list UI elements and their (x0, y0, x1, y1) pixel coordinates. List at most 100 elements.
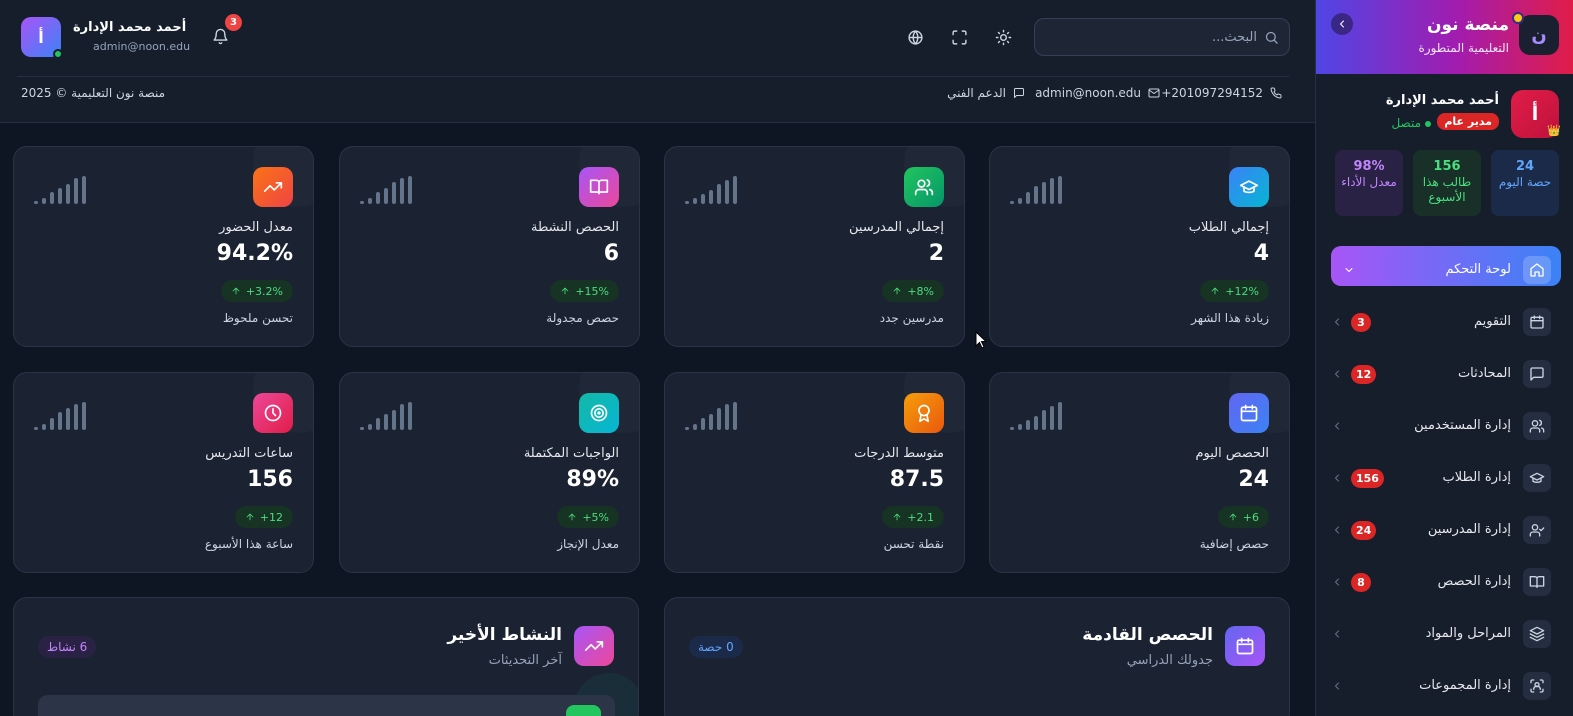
stat-card-label: الواجبات المكتملة (523, 446, 619, 461)
contact-phone[interactable]: +201097294152 (1161, 86, 1282, 100)
nav-label: المراحل والمواد (1425, 626, 1511, 641)
nav-groups[interactable]: إدارة المجموعات (1331, 666, 1561, 706)
nav-teachers[interactable]: إدارة المدرسين 24 (1331, 510, 1561, 550)
stat-card[interactable]: إجمالي الطلاب 4 +12% زيادة هذا الشهر (989, 146, 1290, 347)
stat-card[interactable]: ساعات التدريس 156 +12 ساعة هذا الأسبوع (13, 372, 314, 573)
support-text: الدعم الفني (947, 86, 1006, 100)
sparkline-bar (685, 427, 689, 430)
language-button[interactable] (904, 26, 926, 48)
nav-label: المحادثات (1457, 366, 1511, 381)
upcoming-classes-title: الحصص القادمة (1082, 625, 1213, 645)
sparkline-bar (400, 178, 404, 204)
activity-list-item[interactable] (38, 695, 615, 716)
contact-email[interactable]: admin@noon.edu (1035, 86, 1160, 100)
copyright: منصة نون التعليمية © 2025 (21, 86, 165, 100)
stat-card[interactable]: معدل الحضور 94.2% +3.2% تحسن ملحوظ (13, 146, 314, 347)
sparkline (34, 398, 86, 430)
search-input[interactable] (1057, 27, 1257, 47)
sparkline-bar (1034, 416, 1038, 430)
sparkline-bar (1018, 424, 1022, 430)
stat-card-change: +6 (1217, 506, 1269, 528)
sparkline-bar (1058, 176, 1062, 204)
sparkline-bar (717, 408, 721, 430)
sparkline-bar (693, 198, 697, 204)
stat-card-value: 6 (603, 241, 619, 266)
stat-card-change: +5% (557, 506, 619, 528)
sidebar-stat-week-students: 156 طالب هذا الأسبوع (1413, 150, 1481, 216)
profile-role-badge: مدير عام (1437, 113, 1499, 130)
stat-card[interactable]: إجمالي المدرسين 2 +8% مدرسين جدد (664, 146, 965, 347)
users-icon (1523, 412, 1551, 440)
sparkline-bar (34, 201, 38, 204)
nav-calendar[interactable]: التقويم 3 (1331, 302, 1561, 342)
sparkline-bar (1010, 427, 1014, 430)
notifications-badge: 3 (225, 14, 242, 31)
nav-students[interactable]: إدارة الطلاب 156 (1331, 458, 1561, 498)
stat-card[interactable]: الحصص اليوم 24 +6 حصص إضافية (989, 372, 1290, 573)
message-square-icon (1013, 87, 1025, 99)
stat-card-label: متوسط الدرجات (854, 446, 944, 461)
sparkline-bar (34, 427, 38, 430)
nav-users[interactable]: إدارة المستخدمين (1331, 406, 1561, 446)
nav-classes[interactable]: إدارة الحصص 8 (1331, 562, 1561, 602)
chevron-left-icon (1331, 472, 1343, 484)
nav-chats[interactable]: المحادثات 12 (1331, 354, 1561, 394)
crown-icon: 👑 (1547, 124, 1561, 137)
theme-toggle-button[interactable] (992, 26, 1014, 48)
nav-label: التقويم (1473, 314, 1511, 329)
sparkline-bar (701, 194, 705, 204)
sparkline (360, 172, 412, 204)
arrow-up-icon (892, 286, 902, 296)
phone-number: +201097294152 (1161, 86, 1263, 100)
brand-logo[interactable]: ن (1519, 15, 1559, 55)
layers-icon (1523, 620, 1551, 648)
sparkline-bar (701, 418, 705, 430)
collapse-sidebar-button[interactable] (1331, 13, 1353, 35)
search-box[interactable] (1034, 18, 1290, 56)
nav-dashboard[interactable]: لوحة التحكم (1331, 246, 1561, 286)
change-value: +8% (907, 284, 934, 298)
sparkline-bar (50, 192, 54, 204)
sparkline-bar (66, 408, 70, 430)
upcoming-classes-count: 0 حصة (689, 636, 743, 658)
users-icon (904, 167, 944, 207)
sparkline-bar (384, 188, 388, 204)
change-value: +3.2% (245, 284, 283, 298)
brand-name: منصة نون (1427, 15, 1509, 35)
chevron-left-icon (1336, 18, 1348, 30)
sidebar-stat-value: 98% (1353, 159, 1385, 174)
sparkline-bar (74, 404, 78, 430)
stat-card-label: الحصص النشطة (530, 220, 619, 235)
sparkline-bar (58, 412, 62, 430)
recent-activity-subtitle: آخر التحديثات (488, 653, 562, 668)
sidebar-stat-label: معدل الأداء (1341, 175, 1397, 189)
nav-label: إدارة المجموعات (1419, 678, 1511, 693)
nav-stages-subjects[interactable]: المراحل والمواد (1331, 614, 1561, 654)
sparkline-bar (384, 414, 388, 430)
search-icon (1264, 30, 1279, 45)
sparkline-bar (50, 418, 54, 430)
brand-tagline: التعليمية المتطورة (1418, 41, 1509, 55)
fullscreen-button[interactable] (948, 26, 970, 48)
sparkline-bar (392, 410, 396, 430)
stat-card-value: 156 (247, 467, 293, 492)
stat-card[interactable]: متوسط الدرجات 87.5 +2.1 نقطة تحسن (664, 372, 965, 573)
stat-card[interactable]: الحصص النشطة 6 +15% حصص مجدولة (339, 146, 640, 347)
change-value: +5% (582, 510, 609, 524)
stat-card-label: إجمالي المدرسين (849, 220, 944, 235)
online-indicator (53, 49, 63, 59)
nav-badge: 156 (1351, 469, 1384, 488)
mouse-cursor-icon (975, 331, 987, 349)
online-dot (1425, 120, 1431, 127)
support-link[interactable]: الدعم الفني (947, 86, 1025, 100)
stat-card[interactable]: الواجبات المكتملة 89% +5% معدل الإنجاز (339, 372, 640, 573)
sparkline-bar (733, 176, 737, 204)
profile-status: متصل (1391, 116, 1431, 130)
sparkline-bar (1018, 198, 1022, 204)
sparkline (34, 172, 86, 204)
trending-up-icon (574, 626, 614, 666)
arrow-up-icon (231, 286, 241, 296)
sparkline-bar (1042, 410, 1046, 430)
sparkline-bar (360, 427, 364, 430)
sparkline-bar (1026, 420, 1030, 430)
